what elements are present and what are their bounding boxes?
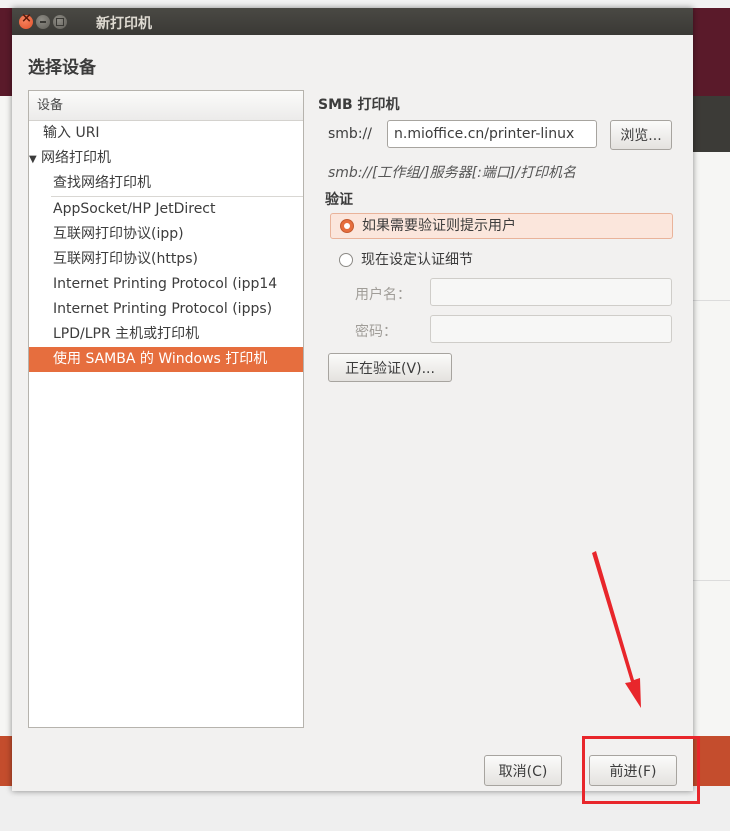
annotation-arrow-icon (592, 551, 641, 708)
annotation-highlight-box (582, 736, 700, 804)
